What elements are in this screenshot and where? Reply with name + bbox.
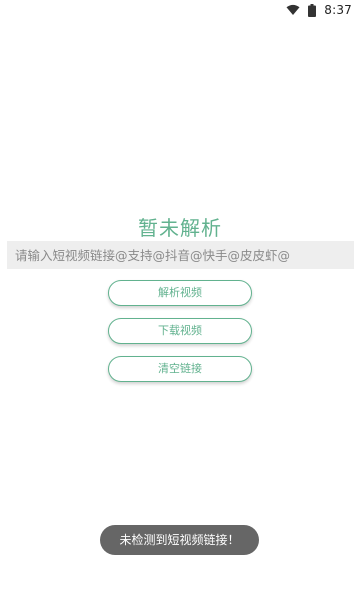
parse-status-title: 暂未解析 (138, 216, 222, 240)
wifi-icon (286, 4, 300, 16)
video-link-input[interactable] (7, 241, 354, 269)
parse-video-button[interactable]: 解析视频 (108, 280, 252, 306)
download-video-button[interactable]: 下载视频 (108, 318, 252, 344)
status-time: 8:37 (324, 3, 352, 17)
status-bar: 8:37 (0, 0, 360, 20)
battery-icon (308, 3, 317, 17)
toast-message: 未检测到短视频链接！ (100, 525, 259, 555)
app-screen: 8:37 暂未解析 解析视频 下载视频 清空链接 未检测到短视频链接！ (0, 0, 360, 600)
clear-link-button[interactable]: 清空链接 (108, 356, 252, 382)
